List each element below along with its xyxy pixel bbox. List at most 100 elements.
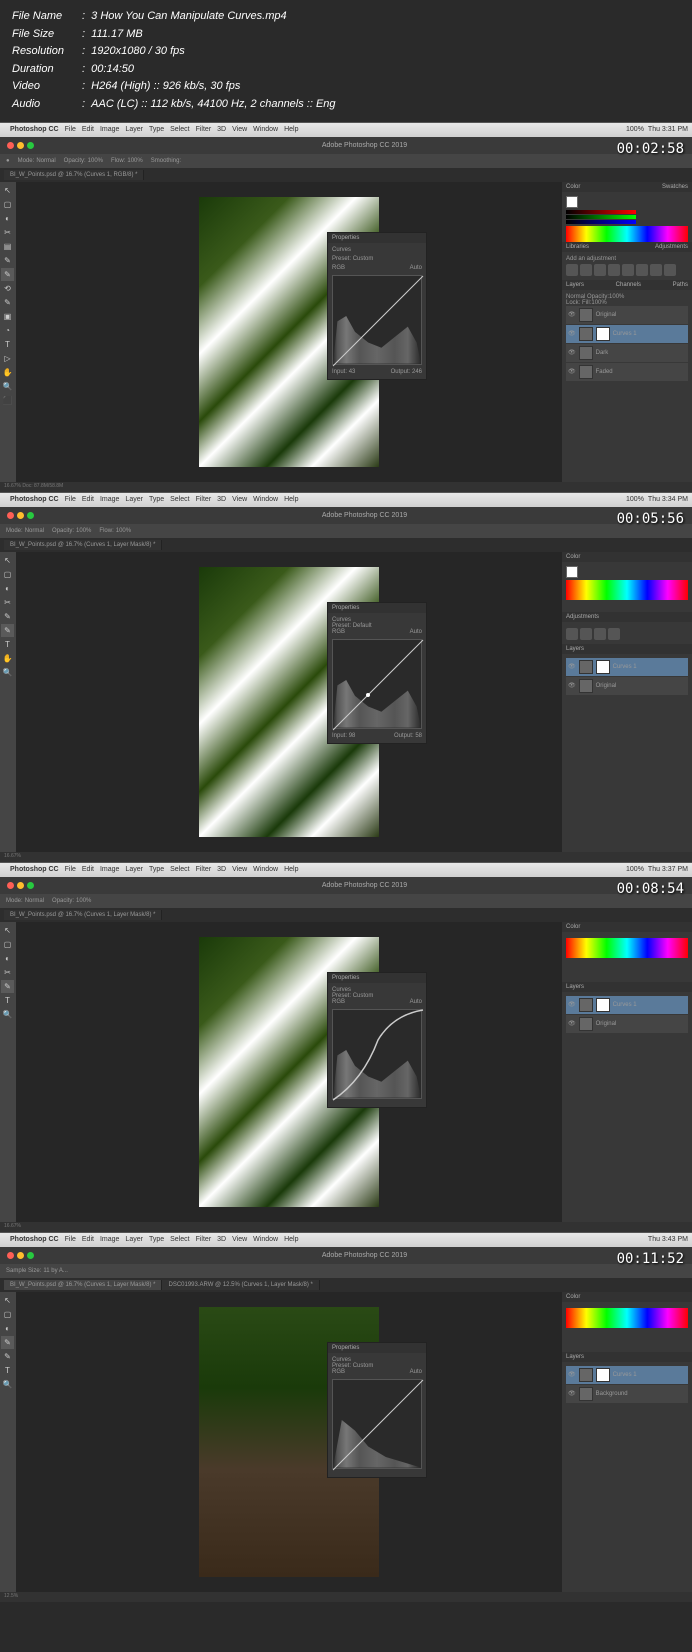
input-value[interactable]: 98 [349,733,356,739]
menu-edit[interactable]: Edit [82,126,94,133]
menu-type[interactable]: Type [149,126,164,133]
curves-graph[interactable] [332,1379,422,1469]
maximize-button[interactable] [27,512,34,519]
curves-graph[interactable] [332,639,422,729]
layers-tab[interactable]: Layers [566,282,584,288]
pen-tool[interactable]: ◔ [1,324,14,337]
canvas-area[interactable]: Properties Curves Preset: Custom RGBAuto… [16,182,562,482]
visibility-icon[interactable]: 👁 [568,311,576,318]
document-tab[interactable]: BI_W_Points.psd @ 16.7% (Curves 1, Layer… [4,910,162,920]
lasso-tool[interactable]: ◐ [1,212,14,225]
preset-dropdown[interactable]: Custom [353,256,374,262]
bw-icon[interactable] [664,264,676,276]
vibrance-icon[interactable] [622,264,634,276]
minimize-button[interactable] [17,882,24,889]
app-name[interactable]: Photoshop CC [10,126,59,133]
menu-image[interactable]: Image [100,496,119,503]
menu-image[interactable]: Image [100,126,119,133]
crop-tool[interactable]: ✂ [1,596,14,609]
menu-view[interactable]: View [232,496,247,503]
visibility-icon[interactable]: 👁 [568,330,576,337]
maximize-button[interactable] [27,142,34,149]
foreground-swatch[interactable] [566,566,578,578]
brush-tool[interactable]: ✎ [1,268,14,281]
type-tool[interactable]: T [1,338,14,351]
layer-thumb[interactable] [579,327,593,341]
channel-dropdown[interactable]: RGB [332,1369,345,1375]
menu-select[interactable]: Select [170,496,189,503]
layer-original[interactable]: 👁Original [566,1015,688,1033]
opacity-input[interactable]: 100% [76,528,91,534]
layer-original[interactable]: 👁Original [566,677,688,695]
mode-dropdown[interactable]: Normal [36,158,55,164]
menu-3d[interactable]: 3D [217,126,226,133]
menu-window[interactable]: Window [253,496,278,503]
paths-tab[interactable]: Paths [673,282,688,288]
eyedropper-tool[interactable]: ✎ [1,254,14,267]
curves-graph[interactable] [332,275,422,365]
menu-file[interactable]: File [65,496,76,503]
curves-graph[interactable] [332,1009,422,1099]
visibility-icon[interactable]: 👁 [568,682,576,689]
adj-icon[interactable] [608,628,620,640]
visibility-icon[interactable]: 👁 [568,368,576,375]
close-button[interactable] [7,1252,14,1259]
menu-layer[interactable]: Layer [125,126,143,133]
document-tab-2[interactable]: DSC01993.ARW @ 12.5% (Curves 1, Layer Ma… [162,1280,319,1290]
close-button[interactable] [7,512,14,519]
foreground-swatch[interactable] [566,196,578,208]
curve-line[interactable] [333,1010,421,1098]
close-button[interactable] [7,142,14,149]
color-spectrum[interactable] [566,580,688,600]
color-tab[interactable]: Color [566,554,580,560]
menu-type[interactable]: Type [149,496,164,503]
preset-dropdown[interactable]: Default [353,623,372,629]
frame-tool[interactable]: ▤ [1,240,14,253]
menu-filter[interactable]: Filter [196,496,212,503]
menu-help[interactable]: Help [284,496,298,503]
menu-window[interactable]: Window [253,126,278,133]
eraser-tool[interactable]: ✎ [1,296,14,309]
crop-tool[interactable]: ✂ [1,226,14,239]
gradient-tool[interactable]: ▣ [1,310,14,323]
fill-value[interactable]: 100% [591,300,606,306]
move-tool[interactable]: ↖ [1,554,14,567]
layers-tab[interactable]: Layers [566,646,584,652]
canvas-area[interactable]: Properties Curves Preset: Custom RGBAuto [16,1292,562,1592]
color-tab[interactable]: Color [566,184,580,190]
hue-icon[interactable] [636,264,648,276]
adjustments-tab[interactable]: Adjustments [566,614,599,620]
mode-dropdown[interactable]: Normal [25,528,44,534]
menu-file[interactable]: File [65,126,76,133]
visibility-icon[interactable]: 👁 [568,349,576,356]
document-tab[interactable]: BI_W_Points.psd @ 16.7% (Curves 1, Layer… [4,540,162,550]
brush-preview-icon[interactable]: ● [6,158,10,164]
preset-dropdown[interactable]: Custom [353,1363,374,1369]
layer-opacity-value[interactable]: 100% [609,294,624,300]
opacity-input[interactable]: 100% [88,158,103,164]
layer-curves1[interactable]: 👁Curves 1 [566,1366,688,1384]
swatches-tab[interactable]: Swatches [662,184,688,190]
canvas-area[interactable]: Properties Curves Preset: Custom RGBAuto [16,922,562,1222]
preset-dropdown[interactable]: Custom [353,993,374,999]
hand-tool[interactable]: ✋ [1,652,14,665]
menu-select[interactable]: Select [170,126,189,133]
flow-input[interactable]: 100% [116,528,131,534]
maximize-button[interactable] [27,882,34,889]
minimize-button[interactable] [17,512,24,519]
colorbalance-icon[interactable] [650,264,662,276]
close-button[interactable] [7,882,14,889]
curve-line[interactable] [333,1380,421,1468]
layer-background[interactable]: 👁Background [566,1385,688,1403]
layer-original[interactable]: 👁Original [566,306,688,324]
brush-tool[interactable]: ✎ [1,624,14,637]
levels-icon[interactable] [580,264,592,276]
document-tab-1[interactable]: BI_W_Points.psd @ 16.7% (Curves 1, Layer… [4,1280,162,1290]
layer-thumb[interactable] [579,308,593,322]
channel-dropdown[interactable]: RGB [332,629,345,635]
layer-mask-thumb[interactable] [596,660,610,674]
minimize-button[interactable] [17,1252,24,1259]
layer-thumb[interactable] [579,346,593,360]
curve-line[interactable] [333,640,421,728]
layer-thumb[interactable] [579,679,593,693]
